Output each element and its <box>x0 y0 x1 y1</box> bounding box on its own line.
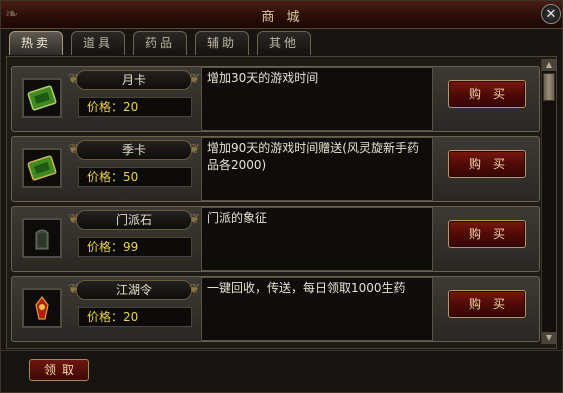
tab-items[interactable]: 道具 <box>71 31 125 55</box>
scroll-down-arrow-icon[interactable]: ▼ <box>542 332 556 344</box>
jianghu-token-icon[interactable] <box>22 288 62 328</box>
price-field: 价格：50 <box>78 167 192 187</box>
buy-button[interactable]: 购买 <box>448 150 526 178</box>
scrollbar[interactable]: ▲ ▼ <box>541 59 556 344</box>
item-description: 增加30天的游戏时间 <box>201 67 433 131</box>
item-row-jianghu-token: 江湖令 价格：20 一键回收，传送，每日领取1000生药 购买 <box>11 276 540 342</box>
price-value: 20 <box>123 100 139 114</box>
scroll-thumb[interactable] <box>543 73 555 101</box>
item-name: 季卡 <box>68 140 200 160</box>
price-field: 价格：20 <box>78 307 192 327</box>
close-button[interactable]: ✕ <box>541 4 561 24</box>
item-row-season-card: 季卡 价格：50 增加90天的游戏时间赠送(风灵旋新手药品各2000) 购买 <box>11 136 540 202</box>
price-value: 50 <box>123 170 139 184</box>
price-label: 价格： <box>87 170 124 184</box>
price-label: 价格： <box>87 310 124 324</box>
item-name: 月卡 <box>68 70 200 90</box>
item-row-sect-stone: 门派石 价格：99 门派的象征 购买 <box>11 206 540 272</box>
footer-divider <box>1 350 562 351</box>
tab-other[interactable]: 其他 <box>257 31 311 55</box>
buy-button[interactable]: 购买 <box>448 290 526 318</box>
price-field: 价格：20 <box>78 97 192 117</box>
title-bar: ❧ 商 城 ☙ ✕ <box>1 1 562 29</box>
tab-medicine[interactable]: 药品 <box>133 31 187 55</box>
scroll-up-arrow-icon[interactable]: ▲ <box>542 59 556 71</box>
price-label: 价格： <box>87 100 124 114</box>
price-value: 99 <box>123 240 139 254</box>
price-label: 价格： <box>87 240 124 254</box>
season-card-icon[interactable] <box>22 148 62 188</box>
item-description: 一键回收，传送，每日领取1000生药 <box>201 277 433 341</box>
price-value: 20 <box>123 310 139 324</box>
claim-button[interactable]: 领取 <box>29 359 89 381</box>
price-field: 价格：99 <box>78 237 192 257</box>
item-list-panel: 月卡 价格：20 增加30天的游戏时间 购买 季卡 价格：50 增加90天的游戏… <box>6 56 557 349</box>
item-name: 江湖令 <box>68 280 200 300</box>
item-row-month-card: 月卡 价格：20 增加30天的游戏时间 购买 <box>11 66 540 132</box>
month-card-icon[interactable] <box>22 78 62 118</box>
item-name: 门派石 <box>68 210 200 230</box>
shop-window: ❧ 商 城 ☙ ✕ 热卖 道具 药品 辅助 其他 月卡 价格：20 增加30天的… <box>0 0 563 393</box>
buy-button[interactable]: 购买 <box>448 80 526 108</box>
item-description: 门派的象征 <box>201 207 433 271</box>
tab-hot-sale[interactable]: 热卖 <box>9 31 63 55</box>
item-description: 增加90天的游戏时间赠送(风灵旋新手药品各2000) <box>201 137 433 201</box>
sect-stone-icon[interactable] <box>22 218 62 258</box>
window-title: 商 城 <box>261 10 304 25</box>
buy-button[interactable]: 购买 <box>448 220 526 248</box>
tab-auxiliary[interactable]: 辅助 <box>195 31 249 55</box>
